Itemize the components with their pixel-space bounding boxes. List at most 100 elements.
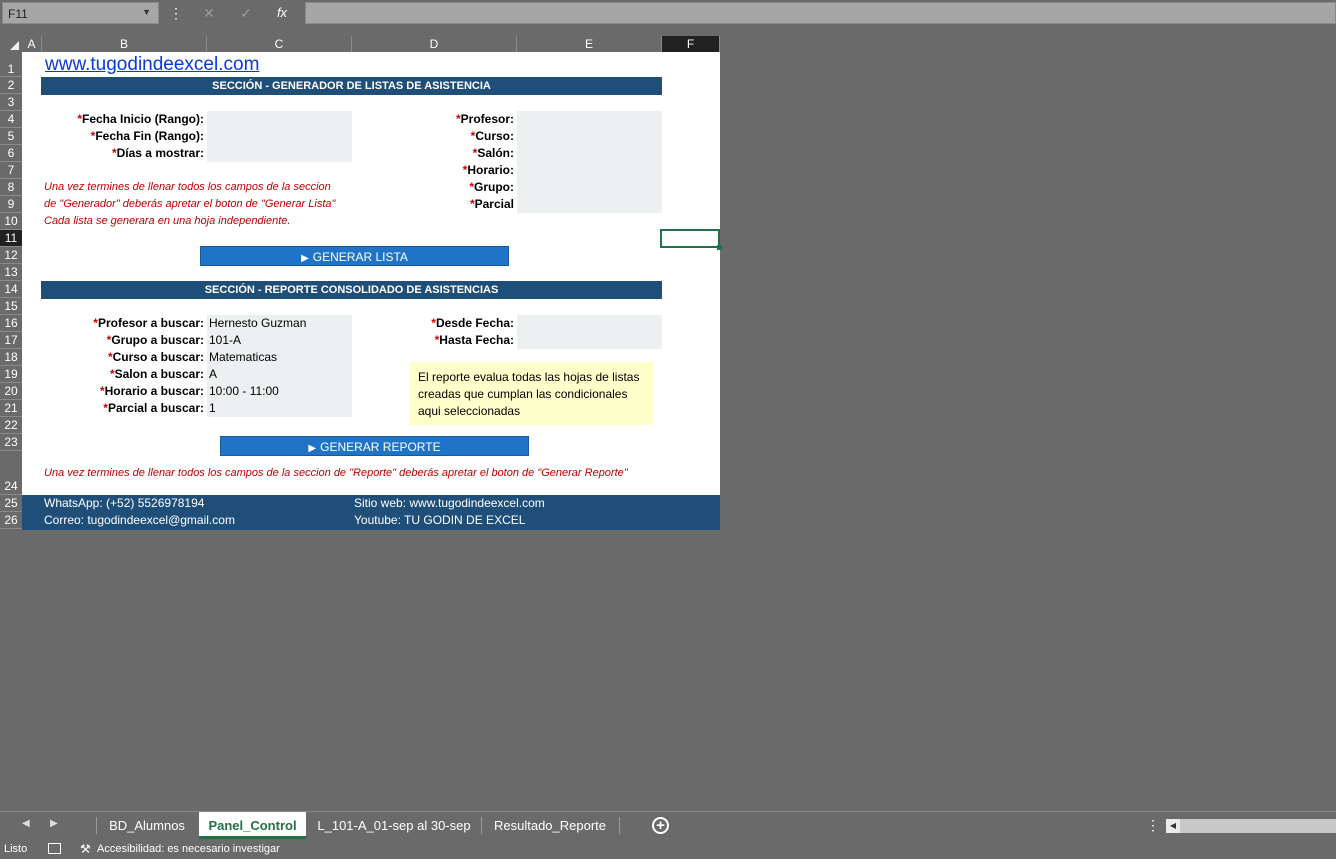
cancel-icon[interactable]: ✕ bbox=[199, 3, 219, 23]
tab-resultado-reporte[interactable]: Resultado_Reporte bbox=[482, 812, 618, 839]
select-all-corner[interactable] bbox=[0, 36, 22, 52]
row-header[interactable]: 8 bbox=[0, 179, 22, 196]
macro-record-icon[interactable] bbox=[48, 843, 61, 854]
tip-line: aqui seleccionadas bbox=[418, 404, 521, 418]
label-desde-fecha: *Desde Fecha: bbox=[431, 316, 514, 330]
column-header[interactable]: E bbox=[517, 36, 662, 52]
label-parcial: *Parcial bbox=[469, 197, 514, 211]
column-header[interactable]: D bbox=[352, 36, 517, 52]
row-header[interactable]: 2 bbox=[0, 77, 22, 94]
add-sheet-icon[interactable]: + bbox=[652, 817, 669, 834]
scroll-left-icon[interactable]: ◀ bbox=[1166, 819, 1180, 833]
label-grupo: *Grupo: bbox=[469, 180, 514, 194]
column-header[interactable]: C bbox=[207, 36, 352, 52]
column-header[interactable]: A bbox=[22, 36, 42, 52]
footer-whatsapp: WhatsApp: (+52) 5526978194 bbox=[44, 496, 205, 510]
name-box[interactable]: F11 ▼ bbox=[2, 2, 159, 24]
more-options-icon[interactable]: ⋮ bbox=[1146, 817, 1160, 834]
section-report-title: SECCIÓN - REPORTE CONSOLIDADO DE ASISTEN… bbox=[41, 281, 662, 299]
play-icon: ▶ bbox=[301, 253, 309, 264]
name-box-value: F11 bbox=[8, 7, 28, 21]
value-salon-buscar[interactable]: A bbox=[209, 366, 217, 383]
row-header[interactable]: 7 bbox=[0, 162, 22, 179]
footer-email: Correo: tugodindeexcel@gmail.com bbox=[44, 513, 235, 527]
row-header[interactable]: 22 bbox=[0, 417, 22, 434]
row-header[interactable]: 10 bbox=[0, 213, 22, 230]
row-header[interactable]: 25 bbox=[0, 495, 22, 512]
label-fecha-fin: *Fecha Fin (Rango): bbox=[90, 129, 204, 143]
website-link[interactable]: www.tugodindeexcel.com bbox=[45, 54, 259, 76]
row-header[interactable]: 9 bbox=[0, 196, 22, 213]
row-header[interactable]: 4 bbox=[0, 111, 22, 128]
tip-line: creadas que cumplan las condicionales bbox=[418, 387, 628, 401]
row-header[interactable]: 15 bbox=[0, 298, 22, 315]
row-header[interactable]: 5 bbox=[0, 128, 22, 145]
value-grupo-buscar[interactable]: 101-A bbox=[209, 332, 241, 349]
label-salon: *Salón: bbox=[472, 146, 514, 160]
label-dias-mostrar: *Días a mostrar: bbox=[111, 146, 204, 160]
row-header[interactable]: 24 bbox=[0, 451, 22, 495]
generator-note: Cada lista se generara en una hoja indep… bbox=[44, 215, 291, 227]
function-icon[interactable]: fx bbox=[272, 3, 292, 23]
label-salon-buscar: *Salon a buscar: bbox=[109, 367, 204, 381]
formula-input[interactable] bbox=[305, 2, 1336, 24]
value-profesor-buscar[interactable]: Hernesto Guzman bbox=[209, 315, 306, 332]
next-sheet-icon[interactable]: ▶ bbox=[50, 818, 58, 829]
row-header[interactable]: 18 bbox=[0, 349, 22, 366]
tab-lista-101a[interactable]: L_101-A_01-sep al 30-sep bbox=[308, 812, 480, 839]
row-header[interactable]: 12 bbox=[0, 247, 22, 264]
value-curso-buscar[interactable]: Matematicas bbox=[209, 349, 277, 366]
formula-bar: F11 ▼ ⋮ ✕ ✓ fx bbox=[0, 0, 1336, 26]
horizontal-scrollbar[interactable]: ◀ bbox=[1166, 819, 1336, 833]
row-header[interactable]: 1 bbox=[0, 52, 22, 77]
generate-list-button[interactable]: ▶ GENERAR LISTA bbox=[200, 246, 509, 266]
status-bar: Listo ⚒ Accesibilidad: es necesario inve… bbox=[0, 840, 1336, 859]
value-parcial-buscar[interactable]: 1 bbox=[209, 400, 216, 417]
generator-note: Una vez termines de llenar todos los cam… bbox=[44, 181, 331, 193]
excel-window: F11 ▼ ⋮ ✕ ✓ fx A B C D E F 1 2 3 4 5 6 7… bbox=[0, 0, 1336, 859]
label-grupo-buscar: *Grupo a buscar: bbox=[106, 333, 204, 347]
label-hasta-fecha: *Hasta Fecha: bbox=[434, 333, 514, 347]
status-ready: Listo bbox=[4, 843, 28, 855]
tab-separator bbox=[619, 817, 620, 834]
row-header[interactable]: 6 bbox=[0, 145, 22, 162]
chevron-down-icon[interactable]: ▼ bbox=[142, 7, 151, 17]
row-header[interactable]: 21 bbox=[0, 400, 22, 417]
more-options-icon[interactable]: ⋮ bbox=[166, 3, 186, 23]
generate-report-button[interactable]: ▶ GENERAR REPORTE bbox=[220, 436, 529, 456]
tab-bd-alumnos[interactable]: BD_Alumnos bbox=[97, 812, 197, 839]
column-header[interactable]: B bbox=[42, 36, 207, 52]
label-curso: *Curso: bbox=[470, 129, 514, 143]
generator-info-fields[interactable] bbox=[517, 111, 662, 213]
row-header[interactable]: 11 bbox=[0, 230, 22, 247]
report-note: Una vez termines de llenar todos los cam… bbox=[44, 467, 628, 479]
row-header[interactable]: 17 bbox=[0, 332, 22, 349]
tab-panel-control[interactable]: Panel_Control bbox=[199, 812, 306, 839]
label-curso-buscar: *Curso a buscar: bbox=[107, 350, 204, 364]
row-header[interactable]: 14 bbox=[0, 281, 22, 298]
report-date-fields[interactable] bbox=[517, 315, 662, 349]
row-header[interactable]: 26 bbox=[0, 512, 22, 529]
selected-cell-f11[interactable] bbox=[660, 229, 722, 250]
label-horario: *Horario: bbox=[462, 163, 514, 177]
label-parcial-buscar: *Parcial a buscar: bbox=[103, 401, 204, 415]
value-horario-buscar[interactable]: 10:00 - 11:00 bbox=[209, 383, 279, 400]
row-header[interactable]: 19 bbox=[0, 366, 22, 383]
section-generator-title: SECCIÓN - GENERADOR DE LISTAS DE ASISTEN… bbox=[41, 77, 662, 95]
label-horario-buscar: *Horario a buscar: bbox=[99, 384, 204, 398]
label-profesor: *Profesor: bbox=[455, 112, 514, 126]
accessibility-icon[interactable]: ⚒ bbox=[80, 840, 91, 859]
row-header[interactable]: 20 bbox=[0, 383, 22, 400]
column-header[interactable]: F bbox=[662, 36, 720, 52]
generator-date-fields[interactable] bbox=[207, 111, 352, 162]
row-header[interactable]: 16 bbox=[0, 315, 22, 332]
row-header[interactable]: 13 bbox=[0, 264, 22, 281]
status-accessibility[interactable]: Accesibilidad: es necesario investigar bbox=[97, 840, 280, 859]
row-header[interactable]: 23 bbox=[0, 434, 22, 451]
label-fecha-inicio: *Fecha Inicio (Rango): bbox=[77, 112, 204, 126]
prev-sheet-icon[interactable]: ◀ bbox=[22, 818, 30, 829]
enter-icon[interactable]: ✓ bbox=[236, 3, 256, 23]
row-header[interactable]: 3 bbox=[0, 94, 22, 111]
footer-youtube: Youtube: TU GODIN DE EXCEL bbox=[354, 513, 526, 527]
tip-line: El reporte evalua todas las hojas de lis… bbox=[418, 370, 640, 384]
